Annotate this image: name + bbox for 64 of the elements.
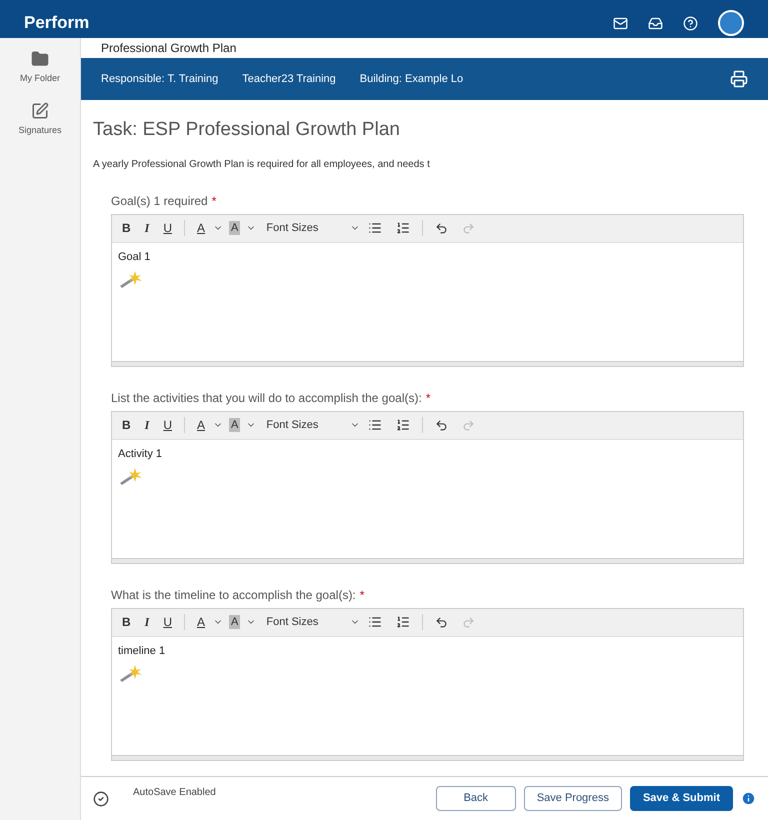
field-label: What is the timeline to accomplish the goal(s): <box>111 586 356 604</box>
info-text: Teacher23 Training <box>242 72 336 87</box>
autosave-status: AutoSave Enabled <box>133 786 216 800</box>
numbered-list-icon[interactable] <box>396 418 410 432</box>
required-icon: * <box>360 586 364 604</box>
wand-icon <box>118 466 144 486</box>
editor-text: timeline 1 <box>118 644 166 658</box>
text-color-button[interactable]: A <box>191 217 212 239</box>
footer-button[interactable]: Back <box>436 786 516 811</box>
plan-title: Professional Growth Plan <box>100 40 238 57</box>
task-title: Task: ESP Professional Growth Plan <box>93 118 401 142</box>
help-icon[interactable] <box>683 16 698 30</box>
bullet-list-icon[interactable] <box>368 221 382 235</box>
numbered-list-icon[interactable] <box>396 221 410 235</box>
footer-button[interactable]: Save & Submit <box>630 786 733 811</box>
task-description: A yearly Professional Growth Plan is required for all employees, and needs t <box>93 158 431 172</box>
font-size-dropdown[interactable]: Font Sizes <box>258 611 348 633</box>
rich-text-editor[interactable]: B I U A A Font Sizes Activity 1 <box>111 410 744 564</box>
editor-text: Activity 1 <box>118 446 164 462</box>
background-color-button[interactable]: A <box>229 615 240 629</box>
info-text: Responsible: T. Training <box>101 72 218 87</box>
undo-icon[interactable] <box>435 418 448 432</box>
app-logo: Perform <box>24 12 90 34</box>
bullet-list-icon[interactable] <box>368 615 382 629</box>
field-label: Goal(s) 1 required <box>111 192 208 210</box>
text-color-button[interactable]: A <box>191 611 212 633</box>
italic-button[interactable]: I <box>138 414 156 436</box>
pencil-icon <box>31 102 49 120</box>
avatar[interactable] <box>718 10 744 36</box>
info-icon[interactable] <box>741 791 756 806</box>
undo-icon[interactable] <box>435 222 448 234</box>
font-size-dropdown[interactable]: Font Sizes <box>258 217 348 239</box>
underline-button[interactable]: U <box>157 217 178 239</box>
italic-button[interactable]: I <box>138 611 156 633</box>
required-icon: * <box>426 388 430 406</box>
mail-icon[interactable] <box>613 16 628 30</box>
folder-icon <box>30 50 49 68</box>
bold-button[interactable]: B <box>116 217 137 239</box>
underline-button[interactable]: U <box>157 414 178 436</box>
editor-text: Goal 1 <box>118 250 152 264</box>
undo-icon[interactable] <box>435 616 448 628</box>
text-color-button[interactable]: A <box>191 414 212 436</box>
rich-text-editor[interactable]: B I U A A Font Sizes Goal 1 <box>111 214 744 366</box>
print-icon[interactable] <box>730 70 748 88</box>
inbox-icon[interactable] <box>648 16 663 30</box>
italic-button[interactable]: I <box>138 217 156 239</box>
numbered-list-icon[interactable] <box>396 615 410 629</box>
background-color-button[interactable]: A <box>229 418 240 432</box>
rich-text-editor[interactable]: B I U A A Font Sizes timeline 1 <box>111 608 744 760</box>
bold-button[interactable]: B <box>116 611 137 633</box>
font-size-dropdown[interactable]: Font Sizes <box>258 414 348 436</box>
wand-icon <box>118 663 144 683</box>
info-text: Building: Example Lo <box>360 72 464 87</box>
bullet-list-icon[interactable] <box>368 418 382 432</box>
underline-button[interactable]: U <box>157 611 178 633</box>
wand-icon <box>118 269 144 289</box>
sidebar-item[interactable]: My Folder <box>20 50 60 86</box>
sidebar-item[interactable]: Signatures <box>18 102 62 137</box>
check-icon <box>93 790 109 806</box>
footer-button[interactable]: Save Progress <box>524 786 622 811</box>
background-color-button[interactable]: A <box>229 221 240 235</box>
field-label: List the activities that you will do to accomplish the goal(s): <box>111 390 422 406</box>
bold-button[interactable]: B <box>116 414 137 436</box>
required-icon: * <box>212 192 216 210</box>
